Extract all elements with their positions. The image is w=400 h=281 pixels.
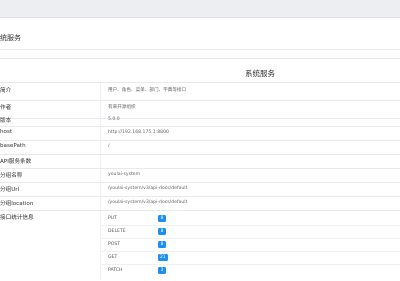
group-location-label: 分组location xyxy=(0,201,34,207)
group-url-label: 分组Url xyxy=(0,187,20,193)
group-name-label: 分组名称 xyxy=(0,173,23,179)
stats-divider xyxy=(102,264,400,265)
method-patch-label: PATCH xyxy=(108,268,123,273)
author-label: 作者 xyxy=(0,105,12,111)
version-value: 5.0.0 xyxy=(108,117,120,122)
method-post-label: POST xyxy=(108,242,121,247)
header-divider xyxy=(0,49,400,50)
intro-value: 用户、角色、菜单、部门、字典等接口 xyxy=(108,88,187,93)
version-label: 版本 xyxy=(0,118,12,124)
info-row-basepath xyxy=(0,140,400,155)
basepath-value: / xyxy=(108,144,110,149)
method-put-label: PUT xyxy=(108,216,117,221)
info-row-interface-stats xyxy=(0,210,400,281)
method-get-count-badge: 21 xyxy=(158,254,168,261)
basepath-label: basePath xyxy=(0,143,26,149)
info-row-author xyxy=(0,100,400,119)
method-post-count-badge: 8 xyxy=(158,241,166,248)
method-get-label: GET xyxy=(108,255,118,260)
stats-divider xyxy=(102,225,400,226)
host-value: http://192.168.175.1:8800 xyxy=(108,130,169,135)
group-location-value: /youlai-system/v3/api-docs/default xyxy=(108,200,188,205)
api-count-label: API服务条数 xyxy=(0,159,32,165)
host-label: host xyxy=(0,129,13,135)
top-bar xyxy=(0,0,400,18)
info-row-host xyxy=(0,126,400,141)
page-header xyxy=(0,18,400,50)
info-row-api-count xyxy=(0,154,400,169)
stats-divider xyxy=(102,251,400,252)
group-url-value: /youlai-system/v3/api-docs/default xyxy=(108,186,188,191)
info-row-group-location xyxy=(0,196,400,211)
info-row-group-url xyxy=(0,182,400,197)
stats-divider xyxy=(102,238,400,239)
group-name-value: youlai-system xyxy=(108,172,141,177)
info-row-group-name xyxy=(0,168,400,183)
interface-stats-label: 接口统计信息 xyxy=(0,215,34,221)
page-title: 统服务 xyxy=(0,34,21,42)
method-patch-count-badge: 3 xyxy=(158,267,166,274)
author-value: 有来开源组织 xyxy=(108,105,136,110)
method-put-count-badge: 8 xyxy=(158,215,166,222)
info-row-intro xyxy=(0,82,400,101)
card-title: 系统服务 xyxy=(245,69,275,78)
method-delete-label: DELETE xyxy=(108,229,126,234)
intro-label: 简介 xyxy=(0,88,12,94)
method-delete-count-badge: 8 xyxy=(158,228,166,235)
